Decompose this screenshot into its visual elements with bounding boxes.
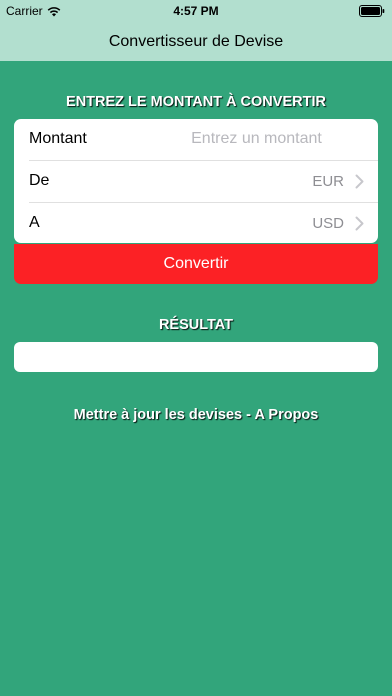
result-field <box>14 342 378 372</box>
result-section-title: RÉSULTAT <box>158 317 234 333</box>
convert-button[interactable]: Convertir <box>14 244 378 284</box>
from-currency-value: EUR <box>312 173 344 190</box>
to-currency-label: A <box>29 214 40 231</box>
amount-label: Montant <box>29 130 87 147</box>
battery-icon <box>359 5 385 17</box>
amount-row[interactable]: Montant <box>14 119 378 160</box>
links-separator: - <box>242 407 255 423</box>
status-bar: Carrier 4:57 PM <box>0 0 392 22</box>
from-currency-row[interactable]: De EUR <box>14 161 378 202</box>
amount-section-title: ENTREZ LE MONTANT À CONVERTIR <box>66 94 326 110</box>
status-time: 4:57 PM <box>173 4 219 18</box>
conversion-form: Montant De EUR A USD <box>14 119 378 243</box>
amount-input[interactable] <box>149 127 364 151</box>
update-currencies-link[interactable]: Mettre à jour les devises <box>74 407 242 423</box>
chevron-right-icon <box>355 216 364 231</box>
chevron-right-icon <box>355 174 364 189</box>
footer-links: Mettre à jour les devises - A Propos <box>0 407 392 423</box>
from-currency-label: De <box>29 172 50 189</box>
to-currency-value: USD <box>312 215 344 232</box>
page-title: Convertisseur de Devise <box>108 32 284 50</box>
navigation-bar: Convertisseur de Devise <box>0 22 392 61</box>
about-link[interactable]: A Propos <box>254 407 318 423</box>
to-currency-row[interactable]: A USD <box>14 203 378 243</box>
